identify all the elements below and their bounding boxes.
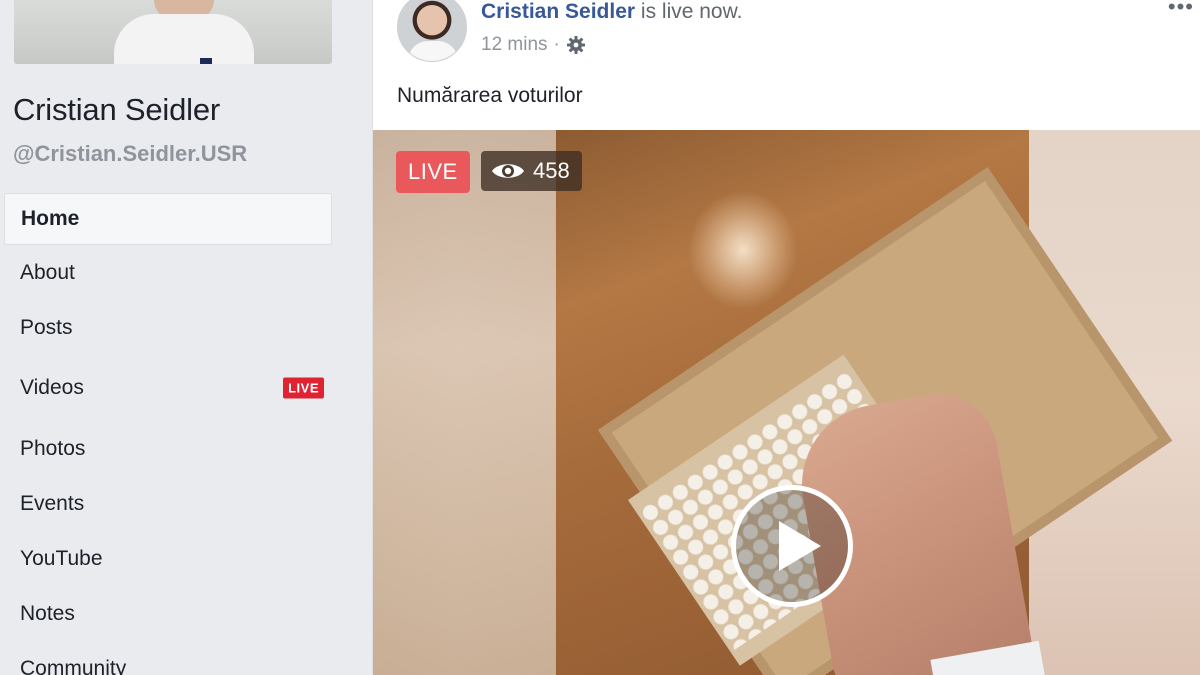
nav-item-videos[interactable]: Videos LIVE <box>4 355 332 421</box>
live-indicator: LIVE <box>396 151 470 193</box>
nav-item-about[interactable]: About <box>4 245 332 300</box>
nav-item-notes[interactable]: Notes <box>4 586 332 641</box>
nav-item-label: Community <box>20 656 127 675</box>
author-link[interactable]: Cristian Seidler <box>481 0 635 23</box>
video-player[interactable]: LIVE 458 <box>373 130 1200 675</box>
nav-item-label: Events <box>20 491 85 515</box>
nav-item-community[interactable]: Community <box>4 641 332 675</box>
avatar[interactable] <box>397 0 467 62</box>
play-icon <box>779 521 821 571</box>
post-header: Cristian Seidler is live now. <box>481 0 742 24</box>
timestamp[interactable]: 12 mins <box>481 34 548 56</box>
play-button[interactable] <box>731 485 853 607</box>
page-handle[interactable]: @Cristian.Seidler.USR <box>13 141 247 167</box>
nav-item-photos[interactable]: Photos <box>4 421 332 476</box>
page-name[interactable]: Cristian Seidler <box>13 92 220 128</box>
photo-tie <box>200 58 212 64</box>
nav-item-label: Posts <box>20 315 73 339</box>
nav-item-label: YouTube <box>20 546 103 570</box>
nav-item-home[interactable]: Home <box>4 193 332 245</box>
eye-icon <box>491 160 525 182</box>
nav-item-label: Photos <box>20 436 86 460</box>
avatar-shirt <box>408 41 458 61</box>
live-status-text: is live now. <box>635 0 743 23</box>
nav-item-events[interactable]: Events <box>4 476 332 531</box>
post-text: Numărarea voturilor <box>397 84 583 107</box>
nav-item-label: About <box>20 260 75 284</box>
more-icon[interactable]: ••• <box>1168 0 1194 18</box>
nav-item-label: Videos <box>20 376 84 399</box>
viewer-count: 458 <box>533 158 570 183</box>
profile-photo[interactable] <box>14 0 332 64</box>
live-post: Cristian Seidler is live now. 12 mins · <box>372 0 1200 675</box>
photo-collar <box>114 14 254 64</box>
nav-item-posts[interactable]: Posts <box>4 300 332 355</box>
post-meta: 12 mins · <box>481 34 586 56</box>
nav-item-youtube[interactable]: YouTube <box>4 531 332 586</box>
video-table-shine <box>688 190 798 310</box>
gear-icon[interactable] <box>566 35 586 55</box>
left-sidebar: Cristian Seidler @Cristian.Seidler.USR H… <box>0 0 350 675</box>
meta-separator: · <box>553 34 560 55</box>
video-blur-left <box>373 130 556 675</box>
viewer-count-badge: 458 <box>481 151 582 191</box>
live-badge: LIVE <box>283 377 324 399</box>
nav-item-label: Notes <box>20 601 75 625</box>
nav-item-label: Home <box>21 207 80 230</box>
page-nav: Home About Posts Videos LIVE Photos Even… <box>4 193 332 675</box>
